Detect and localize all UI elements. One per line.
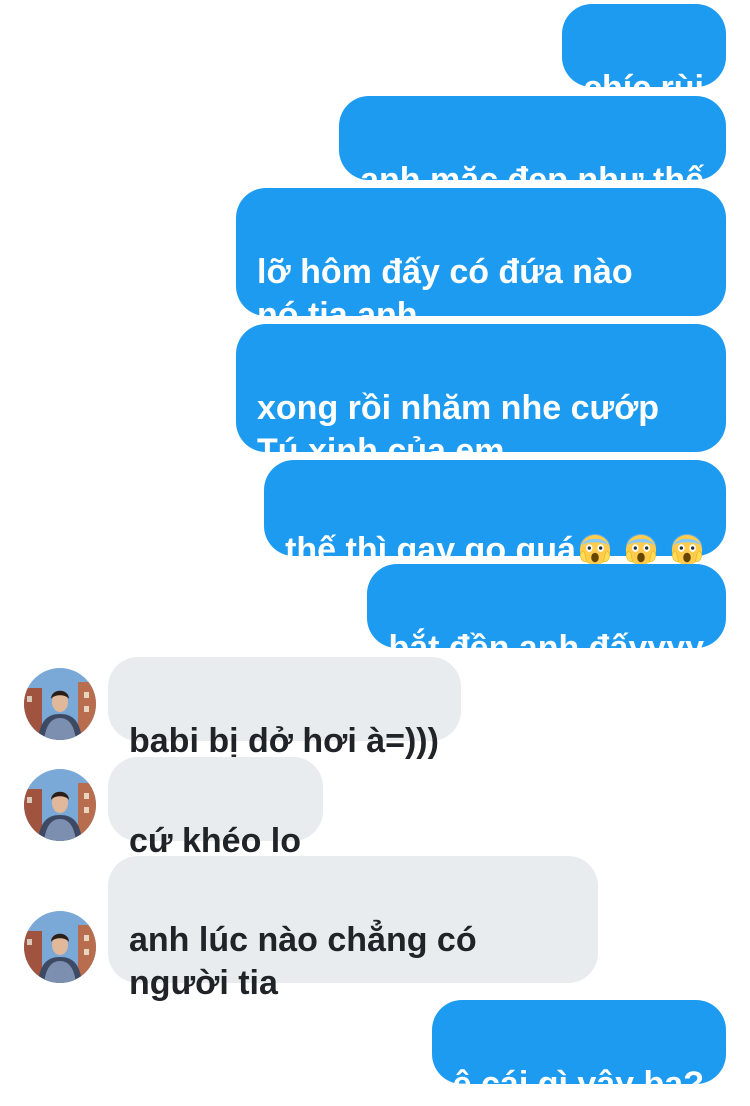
- message-text: xong rồi nhăm nhe cướp Tú xinh của em: [257, 389, 660, 470]
- message-text: lỡ hôm đấy có đứa nào nó tia anh: [257, 253, 633, 334]
- outgoing-message[interactable]: thế thì gay go quá: [264, 460, 726, 569]
- incoming-message[interactable]: anh lúc nào chẳng có người tia: [108, 856, 598, 1002]
- outgoing-message[interactable]: lỡ hôm đấy có đứa nào nó tia anh: [236, 188, 726, 334]
- message-text: babi bị dở hơi à=))): [129, 722, 439, 760]
- outgoing-message[interactable]: bắt đền anh đấyyyy: [367, 564, 726, 667]
- contact-avatar[interactable]: [24, 769, 96, 841]
- message-text: ê cái gì vậy ba?: [452, 1065, 704, 1103]
- contact-avatar[interactable]: [24, 668, 96, 740]
- outgoing-message[interactable]: chíc rùi: [562, 4, 726, 107]
- outgoing-message[interactable]: ê cái gì vậy ba?: [431, 1000, 726, 1103]
- message-text: anh lúc nào chẳng có người tia: [129, 921, 477, 1002]
- face-screaming-in-fear-icon: [625, 533, 657, 566]
- outgoing-message[interactable]: xong rồi nhăm nhe cướp Tú xinh của em: [236, 324, 726, 470]
- incoming-message[interactable]: babi bị dở hơi à=))): [108, 657, 461, 760]
- face-screaming-in-fear-icon: [671, 533, 703, 566]
- face-screaming-in-fear-icon: [579, 533, 611, 566]
- message-text: cứ khéo lo: [129, 822, 301, 860]
- contact-avatar[interactable]: [24, 911, 96, 983]
- incoming-message[interactable]: cứ khéo lo: [108, 757, 323, 860]
- outgoing-message[interactable]: anh mặc đẹp như thế: [339, 96, 726, 199]
